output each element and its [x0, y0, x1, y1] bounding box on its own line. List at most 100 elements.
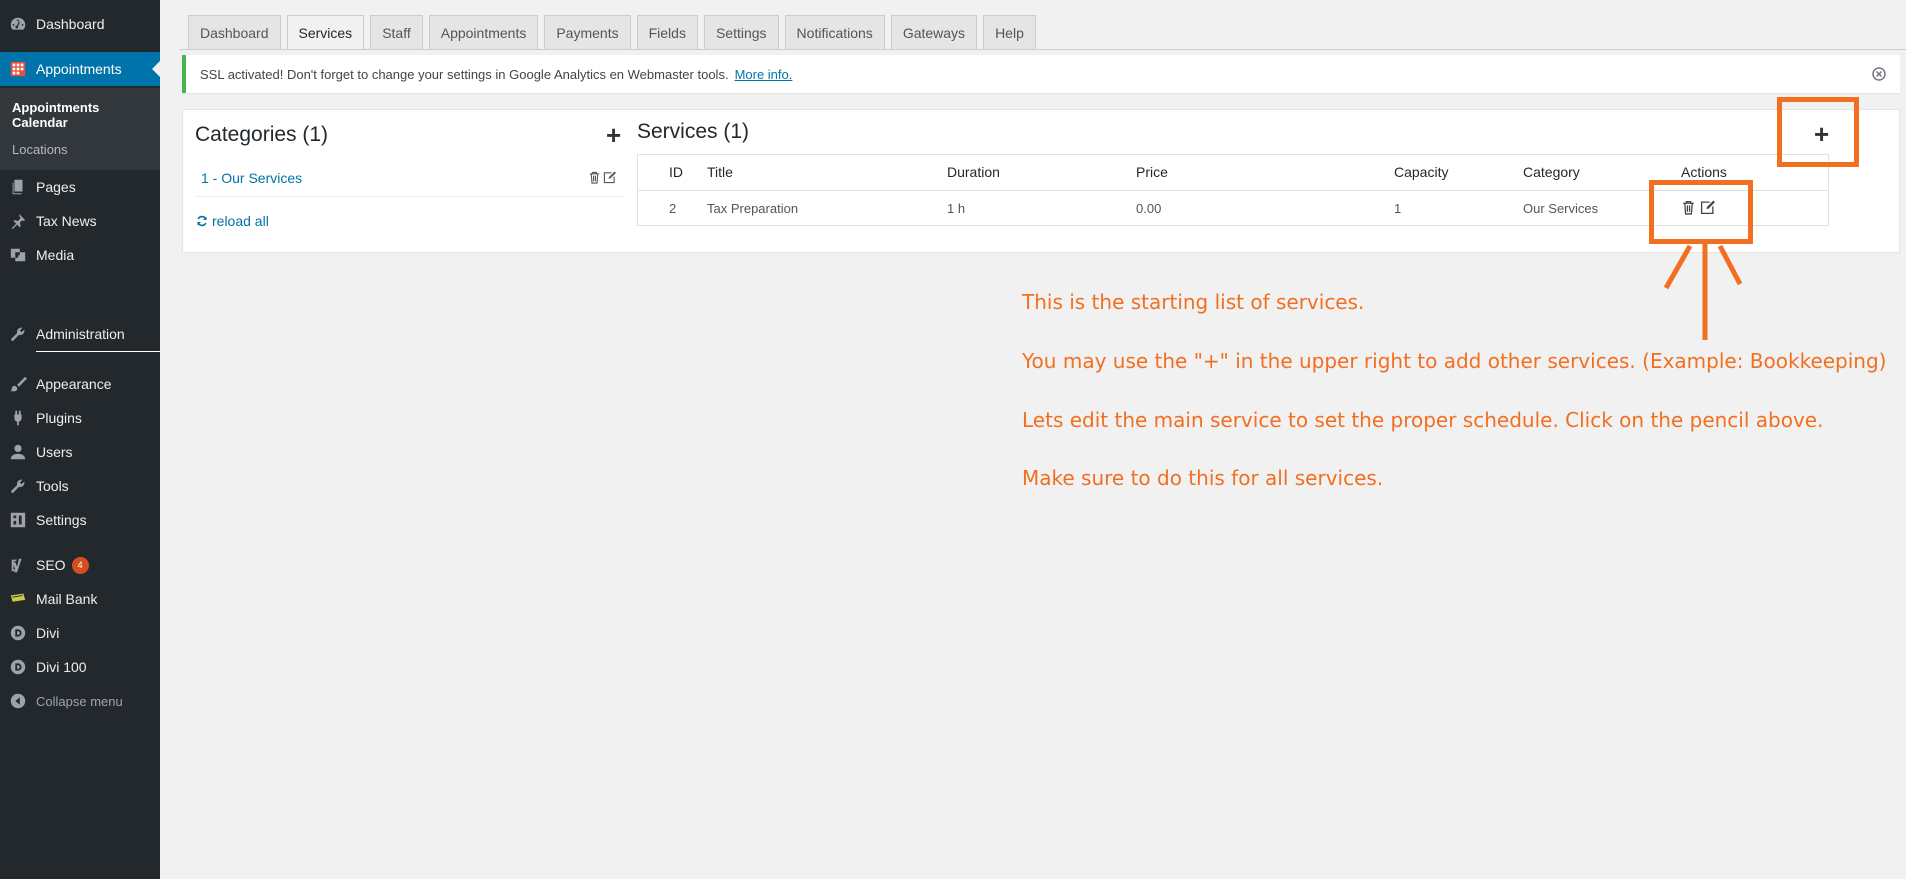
annotation-line-3: Lets edit the main service to set the pr… [1022, 408, 1824, 432]
plugin-tabs: Dashboard Services Staff Appointments Pa… [188, 15, 1036, 49]
sidebar-item-label: Users [36, 444, 73, 460]
sidebar-item-label: Dashboard [36, 16, 105, 32]
service-duration: 1 h [947, 201, 966, 216]
sidebar-item-divi[interactable]: Divi [0, 616, 160, 650]
sidebar-item-tax-news[interactable]: Tax News [0, 204, 160, 238]
appointments-submenu: Appointments Calendar Locations [0, 88, 160, 170]
sidebar-item-label: Appearance [36, 376, 112, 392]
add-category-button[interactable]: + [606, 122, 621, 148]
category-divider [196, 196, 624, 197]
sidebar-item-label: Appointments [36, 61, 122, 77]
tab-gateways[interactable]: Gateways [890, 15, 978, 49]
tab-staff[interactable]: Staff [370, 15, 423, 49]
administration-underline [36, 351, 160, 352]
sidebar-item-settings[interactable]: Settings [0, 503, 160, 537]
column-header: Price [1136, 164, 1168, 180]
settings-icon [8, 511, 28, 529]
sidebar-item-label: Tax News [36, 213, 97, 229]
sidebar-item-administration[interactable]: Administration [0, 317, 160, 351]
tabs-divider [180, 49, 1906, 50]
media-icon [8, 246, 28, 264]
tab-appointments[interactable]: Appointments [428, 15, 539, 49]
annotation-line-4: Make sure to do this for all services. [1022, 466, 1384, 490]
wrench-icon [8, 325, 28, 343]
service-category: Our Services [1523, 201, 1599, 216]
tab-fields[interactable]: Fields [636, 15, 698, 49]
column-header: ID [669, 164, 683, 180]
service-price: 0.00 [1136, 201, 1162, 216]
sidebar-item-label: Media [36, 247, 75, 263]
tab-dashboard[interactable]: Dashboard [188, 15, 281, 49]
mail-bank-icon [8, 590, 28, 608]
sidebar-item-mail-bank[interactable]: Mail Bank [0, 582, 160, 616]
submenu-appointments-calendar[interactable]: Appointments Calendar [12, 100, 132, 130]
annotation-line-2: You may use the "+" in the upper right t… [1022, 349, 1887, 373]
user-icon [8, 443, 28, 461]
sidebar-item-appointments[interactable]: Appointments [0, 52, 160, 86]
divi-icon [8, 658, 28, 676]
service-capacity: 1 [1394, 201, 1402, 216]
ssl-notice: SSL activated! Don't forget to change yo… [182, 55, 1900, 93]
brush-icon [8, 375, 28, 393]
tab-services[interactable]: Services [286, 15, 365, 49]
reload-all-link[interactable]: reload all [196, 213, 269, 229]
column-header: Capacity [1394, 164, 1449, 180]
tab-payments[interactable]: Payments [544, 15, 631, 49]
sidebar-item-appearance[interactable]: Appearance [0, 367, 160, 401]
wrench-icon [8, 477, 28, 495]
sidebar-item-divi-100[interactable]: Divi 100 [0, 650, 160, 684]
sidebar-item-label: Administration [36, 326, 125, 342]
submenu-locations[interactable]: Locations [12, 142, 68, 157]
reload-all-label: reload all [212, 213, 269, 229]
services-title: Services (1) [637, 120, 750, 143]
categories-title: Categories (1) [195, 123, 329, 146]
sidebar-item-label: Plugins [36, 410, 82, 426]
dashboard-icon [8, 15, 28, 33]
refresh-icon [196, 215, 208, 227]
sidebar-item-label: Divi [36, 625, 60, 641]
close-icon[interactable] [1872, 67, 1886, 81]
sidebar-item-label: SEO [36, 557, 66, 573]
column-header: Duration [947, 164, 1000, 180]
services-panel: Categories (1) + 1 - Our Services reload… [182, 109, 1900, 253]
delete-category-icon[interactable] [588, 171, 601, 189]
sidebar-item-label: Settings [36, 512, 87, 528]
sidebar-item-tools[interactable]: Tools [0, 469, 160, 503]
sidebar-item-label: Mail Bank [36, 591, 98, 607]
sidebar-item-pages[interactable]: Pages [0, 170, 160, 204]
sidebar-item-label: Divi 100 [36, 659, 87, 675]
sidebar-item-media[interactable]: Media [0, 238, 160, 272]
column-header: Title [707, 164, 733, 180]
admin-sidebar: Dashboard Appointments Appointments Cale… [0, 0, 160, 879]
collapse-icon [8, 692, 28, 710]
sidebar-item-label: Pages [36, 179, 76, 195]
collapse-menu-button[interactable]: Collapse menu [0, 684, 160, 718]
tab-notifications[interactable]: Notifications [784, 15, 885, 49]
sidebar-item-dashboard[interactable]: Dashboard [0, 7, 160, 41]
more-info-link[interactable]: More info. [735, 67, 793, 82]
seo-count-badge: 4 [71, 556, 89, 574]
sidebar-item-plugins[interactable]: Plugins [0, 401, 160, 435]
category-item[interactable]: 1 - Our Services [201, 170, 302, 186]
sidebar-item-seo[interactable]: SEO 4 [0, 548, 160, 582]
sidebar-item-label: Tools [36, 478, 69, 494]
sidebar-item-label: Collapse menu [36, 693, 123, 709]
annotation-arrow-lines [1663, 242, 1743, 340]
notice-text: SSL activated! Don't forget to change yo… [200, 66, 729, 82]
sidebar-item-users[interactable]: Users [0, 435, 160, 469]
pin-icon [8, 212, 28, 230]
column-header: Actions [1681, 164, 1727, 180]
service-title: Tax Preparation [707, 201, 799, 216]
yoast-icon [8, 556, 28, 574]
column-header: Category [1523, 164, 1580, 180]
plug-icon [8, 409, 28, 427]
divi-icon [8, 624, 28, 642]
service-id: 2 [669, 201, 677, 216]
tab-settings[interactable]: Settings [703, 15, 779, 49]
edit-category-icon[interactable] [603, 171, 616, 189]
tab-help[interactable]: Help [983, 15, 1036, 49]
annotation-line-1: This is the starting list of services. [1022, 290, 1365, 314]
highlight-actions-box [1649, 180, 1753, 244]
highlight-add-service-box [1777, 97, 1859, 167]
pages-icon [8, 178, 28, 196]
